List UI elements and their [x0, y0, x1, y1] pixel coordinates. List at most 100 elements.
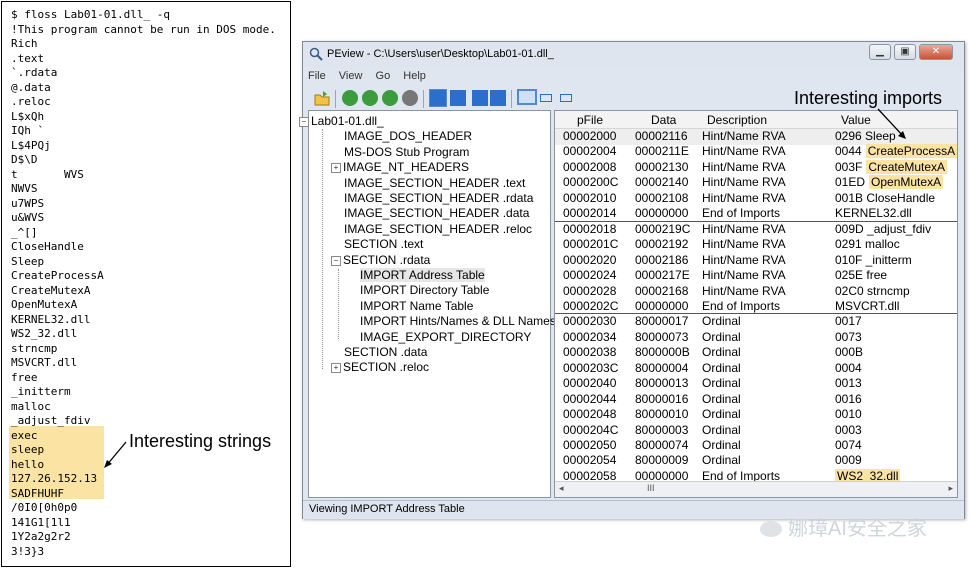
- terminal-line: SADFHUHF: [11, 486, 64, 500]
- tree-item[interactable]: IMAGE_EXPORT_DIRECTORY: [360, 330, 531, 345]
- table-row[interactable]: 00002028 00002168 Hint/Name RVA 02C0 strncm…: [555, 284, 957, 300]
- cell-desc: Ordinal: [702, 360, 741, 375]
- collapse-icon[interactable]: −: [331, 255, 341, 266]
- table-row[interactable]: 00002010 00002108 Hint/Name RVA 001B CloseH…: [555, 191, 957, 207]
- terminal-line: !This program cannot be run in DOS mode.: [11, 22, 276, 36]
- table-row[interactable]: 00002020 00002186 Hint/Name RVA 010F _initt…: [555, 253, 957, 269]
- tree-item[interactable]: IMAGE_SECTION_HEADER .rdata: [344, 191, 533, 206]
- cell-pfile: 00002054: [563, 453, 617, 468]
- table-row[interactable]: 0000200C 00002140 Hint/Name RVA 01ED OpenMut…: [555, 175, 957, 191]
- close-button[interactable]: ✕: [919, 44, 953, 60]
- collapse-icon[interactable]: −: [299, 117, 309, 127]
- view2-icon[interactable]: [450, 90, 466, 106]
- table-row[interactable]: 00002050 80000074 Ordinal 0074: [555, 438, 957, 454]
- expand-icon[interactable]: +: [331, 363, 341, 374]
- tree-item[interactable]: IMPORT Directory Table: [360, 283, 489, 298]
- table-row[interactable]: 00002030 80000017 Ordinal 0017: [555, 314, 957, 330]
- table-row[interactable]: 0000201C 00002192 Hint/Name RVA 0291 malloc: [555, 237, 957, 253]
- tree-item[interactable]: SECTION .data: [344, 345, 427, 360]
- cell-value: 010F _initterm: [835, 252, 912, 267]
- maximize-button[interactable]: ▣: [894, 44, 916, 60]
- cell-value: 001B CloseHandle: [835, 190, 936, 205]
- strings-annotation: Interesting strings: [129, 431, 272, 451]
- table-row[interactable]: 00002018 0000219C Hint/Name RVA 009D _adjus…: [555, 222, 957, 238]
- terminal-line: WS2_32.dll: [11, 327, 78, 340]
- menu-file[interactable]: File: [308, 70, 326, 82]
- tree-item-label: IMPORT Address Table: [360, 268, 485, 282]
- tree-item[interactable]: MS-DOS Stub Program: [344, 145, 469, 160]
- table-row[interactable]: 00002014 00000000 End of Imports KERNEL32.d…: [555, 206, 957, 222]
- table-row[interactable]: 0000202C 00000000 End of Imports MSVCRT.dll: [555, 299, 957, 315]
- view3-icon[interactable]: [472, 90, 488, 106]
- hex-view-icon[interactable]: [540, 94, 552, 102]
- down-icon[interactable]: [402, 90, 418, 106]
- cell-value: MSVCRT.dll: [835, 298, 900, 313]
- cell-data: 0000211E: [635, 144, 689, 159]
- tree-item-label: IMAGE_DOS_HEADER: [344, 129, 473, 144]
- up-icon[interactable]: [382, 90, 398, 106]
- horizontal-scrollbar[interactable]: ◂ III ▸: [555, 481, 957, 497]
- text-view-icon[interactable]: [560, 94, 572, 102]
- tree-item[interactable]: − Lab01-01.dll_: [299, 114, 384, 129]
- table-row[interactable]: 0000203C 80000004 Ordinal 0004: [555, 361, 957, 377]
- peview-window: PEview - C:\Users\user\Desktop\Lab01-01.…: [299, 41, 965, 519]
- tree-item[interactable]: IMPORT Name Table: [360, 299, 473, 314]
- table-row[interactable]: 00002054 80000009 Ordinal 0009: [555, 453, 957, 469]
- table-row[interactable]: 00002034 80000073 Ordinal 0073: [555, 330, 957, 346]
- table-row[interactable]: 00002004 0000211E Hint/Name RVA 0044 CreateP…: [555, 144, 957, 160]
- menu-help[interactable]: Help: [403, 70, 426, 82]
- import-name: CreateProcessA: [865, 144, 957, 159]
- import-name: CreateMutexA: [866, 159, 948, 174]
- menu-bar: File View Go Help: [308, 70, 436, 86]
- terminal-line: Sleep: [11, 254, 45, 268]
- view4-icon[interactable]: [490, 90, 506, 106]
- tree-item[interactable]: + IMAGE_NT_HEADERS: [331, 160, 469, 175]
- tree-item[interactable]: IMAGE_SECTION_HEADER .data: [344, 206, 529, 221]
- tree-item[interactable]: IMAGE_DOS_HEADER: [344, 129, 472, 144]
- cell-desc: Hint/Name RVA: [702, 159, 786, 174]
- tree-item[interactable]: IMAGE_SECTION_HEADER .reloc: [344, 222, 532, 237]
- scroll-thumb[interactable]: III: [647, 483, 655, 493]
- open-icon[interactable]: [314, 90, 330, 106]
- table-row[interactable]: 00002048 80000010 Ordinal 0010: [555, 407, 957, 423]
- col-value[interactable]: Value: [841, 113, 871, 127]
- table-row[interactable]: 0000204C 80000003 Ordinal 0003: [555, 423, 957, 439]
- terminal-line: hello: [11, 457, 45, 471]
- terminal-line: @.data: [11, 80, 51, 94]
- list-view-icon[interactable]: [517, 89, 537, 105]
- tree-item[interactable]: − SECTION .rdata: [331, 253, 430, 268]
- cell-data: 80000004: [635, 360, 689, 375]
- terminal-line: _adjust_fdiv: [11, 414, 91, 427]
- col-description[interactable]: Description: [707, 113, 767, 127]
- tree-item[interactable]: SECTION .text: [344, 237, 423, 252]
- cell-value: 0016: [835, 391, 862, 406]
- table-row[interactable]: 00002040 80000013 Ordinal 0013: [555, 376, 957, 392]
- cell-pfile: 0000200C: [563, 175, 619, 190]
- forward-icon[interactable]: [362, 90, 378, 106]
- tree-item[interactable]: IMAGE_SECTION_HEADER .text: [344, 176, 525, 191]
- cell-desc: Ordinal: [702, 438, 741, 452]
- table-row[interactable]: 00002038 8000000B Ordinal 000B: [555, 345, 957, 361]
- cell-desc: Ordinal: [702, 391, 741, 406]
- terminal-line: /0I0[0h0p0: [11, 501, 78, 514]
- tree-item[interactable]: IMPORT Address Table: [360, 268, 485, 283]
- table-row[interactable]: 00002024 0000217E Hint/Name RVA 025E free: [555, 268, 957, 284]
- table-row[interactable]: 00002008 00002130 Hint/Name RVA 003F CreateM…: [555, 159, 957, 176]
- cell-data: 80000016: [635, 391, 689, 406]
- col-pfile[interactable]: pFile: [577, 113, 603, 127]
- minimize-button[interactable]: ▁: [869, 44, 891, 60]
- scroll-right-icon[interactable]: ▸: [948, 483, 953, 494]
- tree-item-label: Lab01-01.dll_: [311, 114, 384, 128]
- back-icon[interactable]: [342, 90, 358, 106]
- tree-item[interactable]: IMPORT Hints/Names & DLL Names: [360, 314, 556, 329]
- tree-item[interactable]: + SECTION .reloc: [331, 360, 429, 375]
- menu-view[interactable]: View: [339, 70, 363, 82]
- scroll-left-icon[interactable]: ◂: [559, 483, 564, 494]
- menu-go[interactable]: Go: [376, 70, 391, 82]
- expand-icon[interactable]: +: [331, 163, 341, 174]
- terminal-line: NWVS: [11, 182, 38, 195]
- tree-item-label: IMAGE_EXPORT_DIRECTORY: [360, 329, 532, 344]
- col-data[interactable]: Data: [651, 113, 676, 127]
- table-row[interactable]: 00002044 80000016 Ordinal 0016: [555, 392, 957, 408]
- view1-icon[interactable]: [429, 89, 447, 107]
